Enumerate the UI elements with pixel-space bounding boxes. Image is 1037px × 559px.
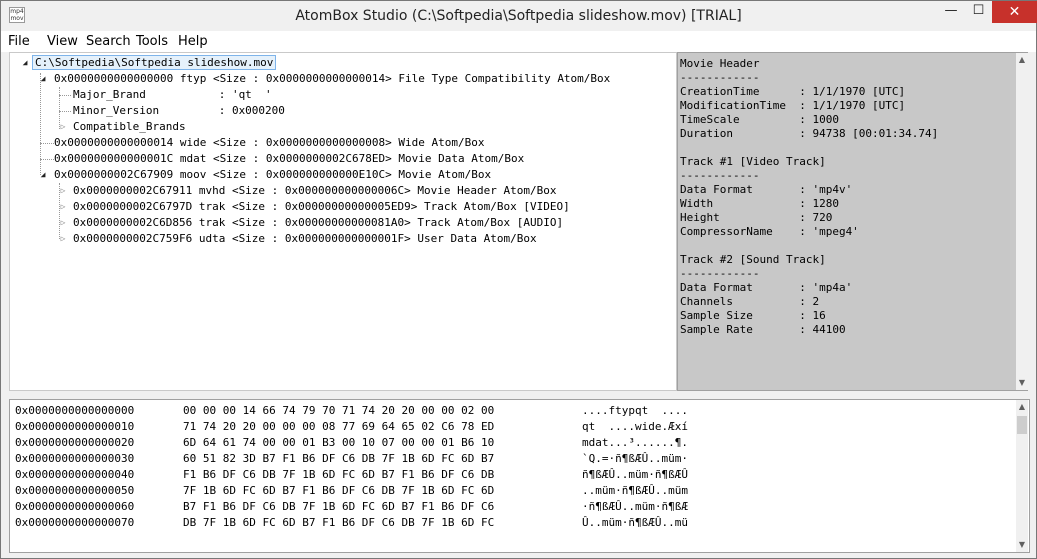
atom-info-panel: Movie Header ------------ CreationTime : 1… [677,52,1028,391]
hex-bytes: 71 74 20 20 00 00 00 08 77 69 64 65 02 C… [183,420,495,433]
info-line: Movie Header [680,57,760,70]
info-line: Channels : 2 [680,295,820,308]
hex-offset: 0x0000000000000040 [15,468,135,481]
atom-tree[interactable]: ◢ C:\Softpedia\Softpedia slideshow.mov ◢… [9,52,677,391]
info-line: ------------ [680,267,760,280]
hex-ascii: `Q.=·ñ¶ßÆÛ..müm· [582,452,688,465]
scroll-thumb[interactable] [1017,416,1027,434]
tree-item-udta[interactable]: 0x0000000002C759F6 udta <Size : 0x000000… [73,231,537,247]
hex-ascii: mdat...³......¶. [582,436,688,449]
tree-item-moov[interactable]: 0x0000000002C67909 moov <Size : 0x000000… [54,167,491,183]
hex-offset: 0x0000000000000060 [15,500,135,513]
hex-ascii: ....ftypqt .... [582,404,688,417]
hex-bytes: F1 B6 DF C6 DB 7F 1B 6D FC 6D B7 F1 B6 D… [183,468,495,481]
tree-item-root[interactable]: C:\Softpedia\Softpedia slideshow.mov [32,55,277,71]
expand-arrow-icon[interactable]: ▷ [58,215,68,231]
info-line: Sample Size : 16 [680,309,826,322]
hex-bytes: B7 F1 B6 DF C6 DB 7F 1B 6D FC 6D B7 F1 B… [183,500,495,513]
menu-bar: File View Search Tools Help [1,31,1036,52]
info-line: Duration : 94738 [00:01:34.74] [680,127,939,140]
scroll-up-icon[interactable]: ▲ [1016,53,1028,67]
hex-row[interactable]: 0x0000000000000020 6D 64 61 74 00 00 01 B… [10,435,1010,451]
info-scrollbar[interactable]: ▲ ▼ [1016,53,1028,390]
info-line: Track #1 [Video Track] [680,155,826,168]
scroll-up-icon[interactable]: ▲ [1016,400,1028,414]
info-line: ModificationTime : 1/1/1970 [UTC] [680,99,906,112]
hex-offset: 0x0000000000000050 [15,484,135,497]
collapse-arrow-icon[interactable]: ◢ [38,167,48,183]
app-window: mp4 mov AtomBox Studio (C:\Softpedia\Sof… [0,0,1037,559]
hex-ascii: ·ñ¶ßÆÛ..müm·ñ¶ßÆ [582,500,688,513]
tree-item-label: C:\Softpedia\Softpedia slideshow.mov [32,55,277,70]
menu-file[interactable]: File [8,31,30,52]
tree-item-wide[interactable]: 0x0000000000000014 wide <Size : 0x000000… [54,135,484,151]
info-line: Track #2 [Sound Track] [680,253,826,266]
info-line: Sample Rate : 44100 [680,323,846,336]
tree-connector [59,111,71,112]
hex-ascii: ñ¶ßÆÛ..müm·ñ¶ßÆÛ [582,468,688,481]
tree-item-mvhd[interactable]: 0x0000000002C67911 mvhd <Size : 0x000000… [73,183,556,199]
hex-row[interactable]: 0x0000000000000000 00 00 00 14 66 74 79 7… [10,403,1010,419]
hex-offset: 0x0000000000000020 [15,436,135,449]
info-line: Data Format : 'mp4a' [680,281,853,294]
hex-offset: 0x0000000000000010 [15,420,135,433]
hex-bytes: 6D 64 61 74 00 00 01 B3 00 10 07 00 00 0… [183,436,495,449]
tree-item-trak-audio[interactable]: 0x0000000002C6D856 trak <Size : 0x000000… [73,215,563,231]
expand-arrow-icon[interactable]: ▷ [58,119,68,135]
hex-bytes: DB 7F 1B 6D FC 6D B7 F1 B6 DF C6 DB 7F 1… [183,516,495,529]
tree-item-major-brand[interactable]: Major_Brand : 'qt ' [73,87,272,103]
tree-connector [40,143,54,144]
expand-arrow-icon[interactable]: ▷ [58,199,68,215]
hex-offset: 0x0000000000000070 [15,516,135,529]
info-line: Height : 720 [680,211,833,224]
info-line: TimeScale : 1000 [680,113,839,126]
pane-splitter[interactable] [9,391,1030,399]
info-line: CompressorName : 'mpeg4' [680,225,859,238]
hex-row[interactable]: 0x0000000000000010 71 74 20 20 00 00 00 0… [10,419,1010,435]
hex-row[interactable]: 0x0000000000000060 B7 F1 B6 DF C6 DB 7F 1… [10,499,1010,515]
hex-bytes: 7F 1B 6D FC 6D B7 F1 B6 DF C6 DB 7F 1B 6… [183,484,495,497]
tree-connector [59,95,71,96]
title-bar[interactable]: mp4 mov AtomBox Studio (C:\Softpedia\Sof… [1,1,1037,31]
scroll-down-icon[interactable]: ▼ [1016,376,1028,390]
tree-item-trak-video[interactable]: 0x0000000002C6797D trak <Size : 0x000000… [73,199,570,215]
info-line: CreationTime : 1/1/1970 [UTC] [680,85,906,98]
menu-tools[interactable]: Tools [136,31,168,52]
tree-item-ftyp[interactable]: 0x0000000000000000 ftyp <Size : 0x000000… [54,71,610,87]
hex-offset: 0x0000000000000000 [15,404,135,417]
hex-bytes: 00 00 00 14 66 74 79 70 71 74 20 20 00 0… [183,404,495,417]
hex-row[interactable]: 0x0000000000000070 DB 7F 1B 6D FC 6D B7 F… [10,515,1010,531]
hex-ascii: qt ....wide.Æxí [582,420,688,433]
close-button[interactable]: ✕ [992,1,1037,23]
info-line: Data Format : 'mp4v' [680,183,853,196]
menu-view[interactable]: View [47,31,78,52]
hex-scrollbar[interactable]: ▲ ▼ [1016,400,1028,552]
info-line: ------------ [680,71,760,84]
hex-row[interactable]: 0x0000000000000030 60 51 82 3D B7 F1 B6 D… [10,451,1010,467]
hex-bytes: 60 51 82 3D B7 F1 B6 DF C6 DB 7F 1B 6D F… [183,452,495,465]
hex-row[interactable]: 0x0000000000000040 F1 B6 DF C6 DB 7F 1B 6… [10,467,1010,483]
minimize-button[interactable]: — [937,1,965,23]
expand-arrow-icon[interactable]: ▷ [58,231,68,247]
scroll-down-icon[interactable]: ▼ [1016,538,1028,552]
expand-arrow-icon[interactable]: ▷ [58,183,68,199]
tree-connector [40,159,54,160]
maximize-button[interactable]: ☐ [965,1,992,23]
hex-view[interactable]: 0x0000000000000000 00 00 00 14 66 74 79 7… [9,399,1030,553]
hex-offset: 0x0000000000000030 [15,452,135,465]
tree-item-compatible-brands[interactable]: Compatible_Brands [73,119,186,135]
window-title: AtomBox Studio (C:\Softpedia\Softpedia s… [295,8,742,24]
collapse-arrow-icon[interactable]: ◢ [38,71,48,87]
collapse-arrow-icon[interactable]: ◢ [20,55,30,71]
hex-ascii: Û..müm·ñ¶ßÆÛ..mü [582,516,688,529]
tree-item-mdat[interactable]: 0x000000000000001C mdat <Size : 0x000000… [54,151,524,167]
info-line: ------------ [680,169,760,182]
hex-row[interactable]: 0x0000000000000050 7F 1B 6D FC 6D B7 F1 B… [10,483,1010,499]
menu-search[interactable]: Search [86,31,131,52]
menu-help[interactable]: Help [178,31,208,52]
hex-ascii: ..müm·ñ¶ßÆÛ..müm [582,484,688,497]
info-line: Width : 1280 [680,197,839,210]
tree-item-minor-version[interactable]: Minor_Version : 0x000200 [73,103,285,119]
